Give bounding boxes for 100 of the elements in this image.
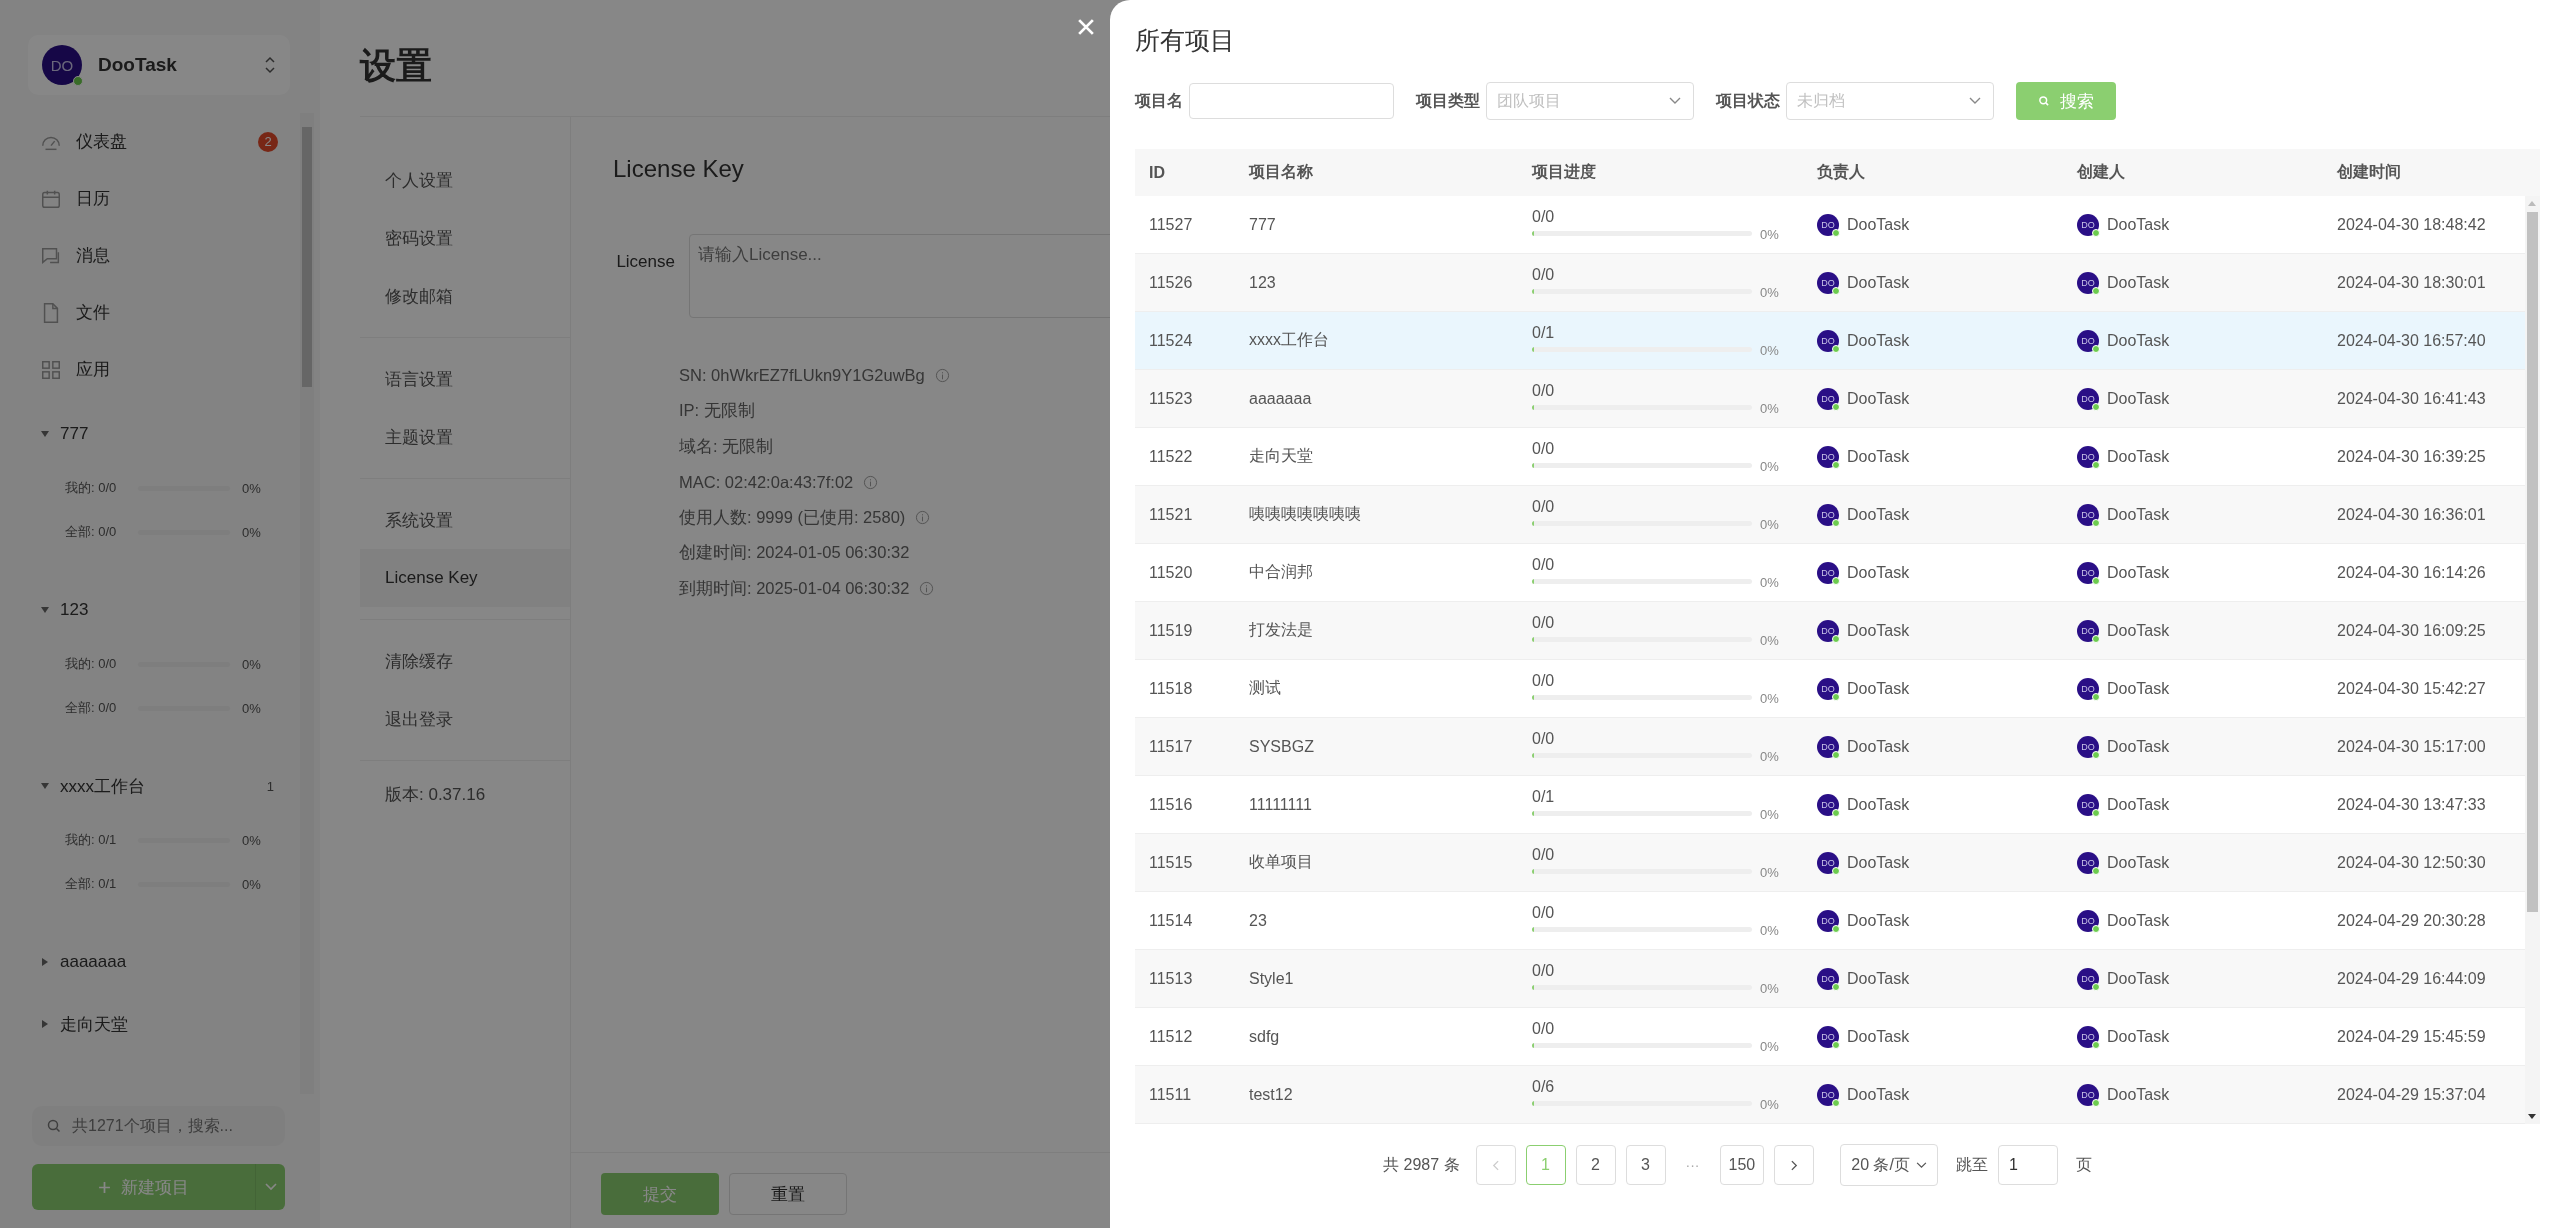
project-name: 走向天堂 [60, 1013, 129, 1036]
sidebar-menu-item[interactable]: 文件 [40, 284, 288, 341]
project-item[interactable]: aaaaaaa [40, 936, 288, 988]
progress-text: 0/0 [1532, 846, 1556, 864]
table-cell-text: 23 [1248, 911, 1268, 930]
table-cell-text: 11111111 [1248, 795, 1313, 814]
scroll-up-arrow-icon[interactable] [2528, 200, 2536, 206]
user-avatar: DO [1817, 909, 1839, 932]
table-cell-text: 11519 [1148, 621, 1194, 640]
progress-text: 0/1 [1532, 788, 1556, 806]
user-avatar: DO [2077, 561, 2099, 584]
table-row[interactable]: 11519 打发法是 0/0 0% DO DooTask DO DooTask 2024-04-30 16:09:25 [1135, 602, 2525, 660]
user-name: DooTask [1847, 679, 1910, 698]
project-name-input[interactable] [1189, 83, 1394, 119]
settings-nav-item[interactable]: 系统设置 [360, 491, 570, 549]
project-item[interactable]: 123 [40, 584, 288, 636]
info-icon[interactable] [919, 581, 935, 597]
page-button[interactable]: 3 [1625, 1145, 1666, 1185]
progress-percent: 0% [1760, 750, 1779, 763]
license-info-text: MAC: 02:42:0a:43:7f:02 [679, 472, 854, 492]
reset-button[interactable]: 重置 [729, 1173, 847, 1215]
table-row[interactable]: 11515 收单项目 0/0 0% DO DooTask DO DooTask 2024-04-30 12:50:30 [1135, 834, 2525, 892]
page-size-select[interactable]: 20 条/页 [1840, 1144, 1938, 1186]
table-cell-text: 11516 [1148, 795, 1194, 814]
chevron-down-icon [1969, 97, 1981, 105]
page-button[interactable]: 2 [1575, 1145, 1616, 1185]
table-row[interactable]: 11521 咦咦咦咦咦咦咦 0/0 0% DO DooTask DO DooTask 2024-04-30 16:36:01 [1135, 486, 2525, 544]
sidebar-menu-item[interactable]: 仪表盘 2 [40, 113, 288, 170]
scroll-down-arrow-icon[interactable] [2528, 1114, 2536, 1120]
user-avatar: DO [1817, 329, 1839, 352]
progress-text: 0/0 [1532, 962, 1556, 980]
table-cell-text: 11518 [1148, 679, 1194, 698]
user-name: DooTask [2107, 1027, 2170, 1046]
info-icon[interactable] [915, 510, 931, 526]
sidebar-menu-item[interactable]: 消息 [40, 227, 288, 284]
table-cell-text: 11511 [1148, 1085, 1193, 1104]
table-cell-text: 2024-04-30 16:39:25 [2336, 447, 2487, 466]
user-name: DooTask [1847, 1027, 1910, 1046]
user-avatar: DO [2077, 1025, 2099, 1048]
user-avatar: DO [2077, 967, 2099, 990]
table-row[interactable]: 11511 test12 0/6 0% DO DooTask DO DooTask 2024-04-29 15:37:04 [1135, 1066, 2525, 1124]
settings-nav-item[interactable]: 退出登录 [360, 690, 570, 748]
page-button[interactable]: 150 [1719, 1145, 1765, 1185]
sidebar-menu-item[interactable]: 应用 [40, 341, 288, 398]
table-cell-text: 2024-04-29 15:37:04 [2336, 1085, 2487, 1104]
table-row[interactable]: 11526 123 0/0 0% DO DooTask DO DooTask 2024-04-30 18:30:01 [1135, 254, 2525, 312]
settings-nav-item[interactable]: License Key [360, 549, 570, 607]
scrollbar[interactable] [300, 113, 314, 1094]
progress-text: 0/0 [1532, 672, 1556, 690]
table-cell-text: 2024-04-30 15:17:00 [2336, 737, 2487, 756]
user-avatar: DO [2077, 445, 2099, 468]
settings-nav-item[interactable]: 清除缓存 [360, 632, 570, 690]
search-icon [46, 1118, 62, 1134]
progress-label: 我的: 0/1 [65, 831, 118, 849]
table-row[interactable]: 11513 Style1 0/0 0% DO DooTask DO DooTask 2024-04-29 16:44:09 [1135, 950, 2525, 1008]
progress-percent: 0% [1760, 692, 1779, 705]
settings-nav-item[interactable]: 修改邮箱 [360, 267, 570, 325]
user-avatar: DO [1817, 1025, 1839, 1048]
user-name: DooTask [2107, 447, 2170, 466]
table-cell-text: 123 [1248, 273, 1277, 292]
settings-nav-item[interactable]: 主题设置 [360, 408, 570, 466]
table-cell-text: 2024-04-30 16:09:25 [2336, 621, 2487, 640]
project-item[interactable]: 走向天堂 [40, 998, 288, 1050]
page-jump-input[interactable]: 1 [1997, 1145, 2058, 1185]
table-cell-text: 11527 [1148, 215, 1194, 234]
search-field[interactable]: 共1271个项目，搜索... [32, 1106, 285, 1146]
user-avatar: DO [2077, 503, 2099, 526]
user-avatar: DO [1817, 1083, 1839, 1106]
chevron-left-icon [1492, 1159, 1500, 1171]
project-item[interactable]: xxxx工作台 1 [40, 760, 288, 812]
user-avatar: DO [1817, 619, 1839, 642]
scrollbar[interactable] [2525, 196, 2540, 1124]
settings-nav-item[interactable]: 个人设置 [360, 151, 570, 209]
dropdown-button[interactable] [255, 1164, 285, 1210]
info-icon[interactable] [863, 474, 879, 490]
sidebar-menu-item[interactable]: 日历 [40, 170, 288, 227]
progress-percent: 0% [242, 832, 261, 848]
table-cell-text: 走向天堂 [1248, 446, 1314, 466]
unread-badge: 2 [258, 131, 278, 152]
user-avatar: DO [2077, 909, 2099, 932]
user-avatar: DO [1817, 271, 1839, 294]
progress-label: 全部: 0/0 [65, 699, 118, 717]
page-ellipsis[interactable]: ··· [1675, 1157, 1710, 1173]
progress-text: 0/1 [1532, 324, 1556, 342]
next-page-button[interactable] [1774, 1145, 1815, 1185]
table-row[interactable]: 11524 xxxx工作台 0/1 0% DO DooTask DO DooTask 2024-04-30 16:57:40 [1135, 312, 2525, 370]
project-item[interactable]: 777 [40, 408, 288, 460]
menu-label: 文件 [76, 302, 111, 324]
settings-nav-item[interactable]: 密码设置 [360, 209, 570, 267]
task-count: 1 [266, 778, 274, 794]
workspace-switcher[interactable]: DO DooTask [28, 35, 290, 95]
progress-percent: 0% [242, 480, 261, 496]
user-avatar: DO [42, 45, 82, 85]
table-cell-text: 收单项目 [1248, 852, 1314, 872]
table-cell-text: 2024-04-30 12:50:30 [2336, 853, 2487, 872]
table-cell-text: 777 [1248, 215, 1277, 234]
table-row[interactable]: 11517 SYSBGZ 0/0 0% DO DooTask DO DooTask 2024-04-30 15:17:00 [1135, 718, 2525, 776]
table-row[interactable]: 11523 aaaaaaa 0/0 0% DO DooTask DO DooTask 2024-04-30 16:41:43 [1135, 370, 2525, 428]
settings-nav-item[interactable]: 语言设置 [360, 350, 570, 408]
info-icon[interactable] [934, 368, 950, 384]
